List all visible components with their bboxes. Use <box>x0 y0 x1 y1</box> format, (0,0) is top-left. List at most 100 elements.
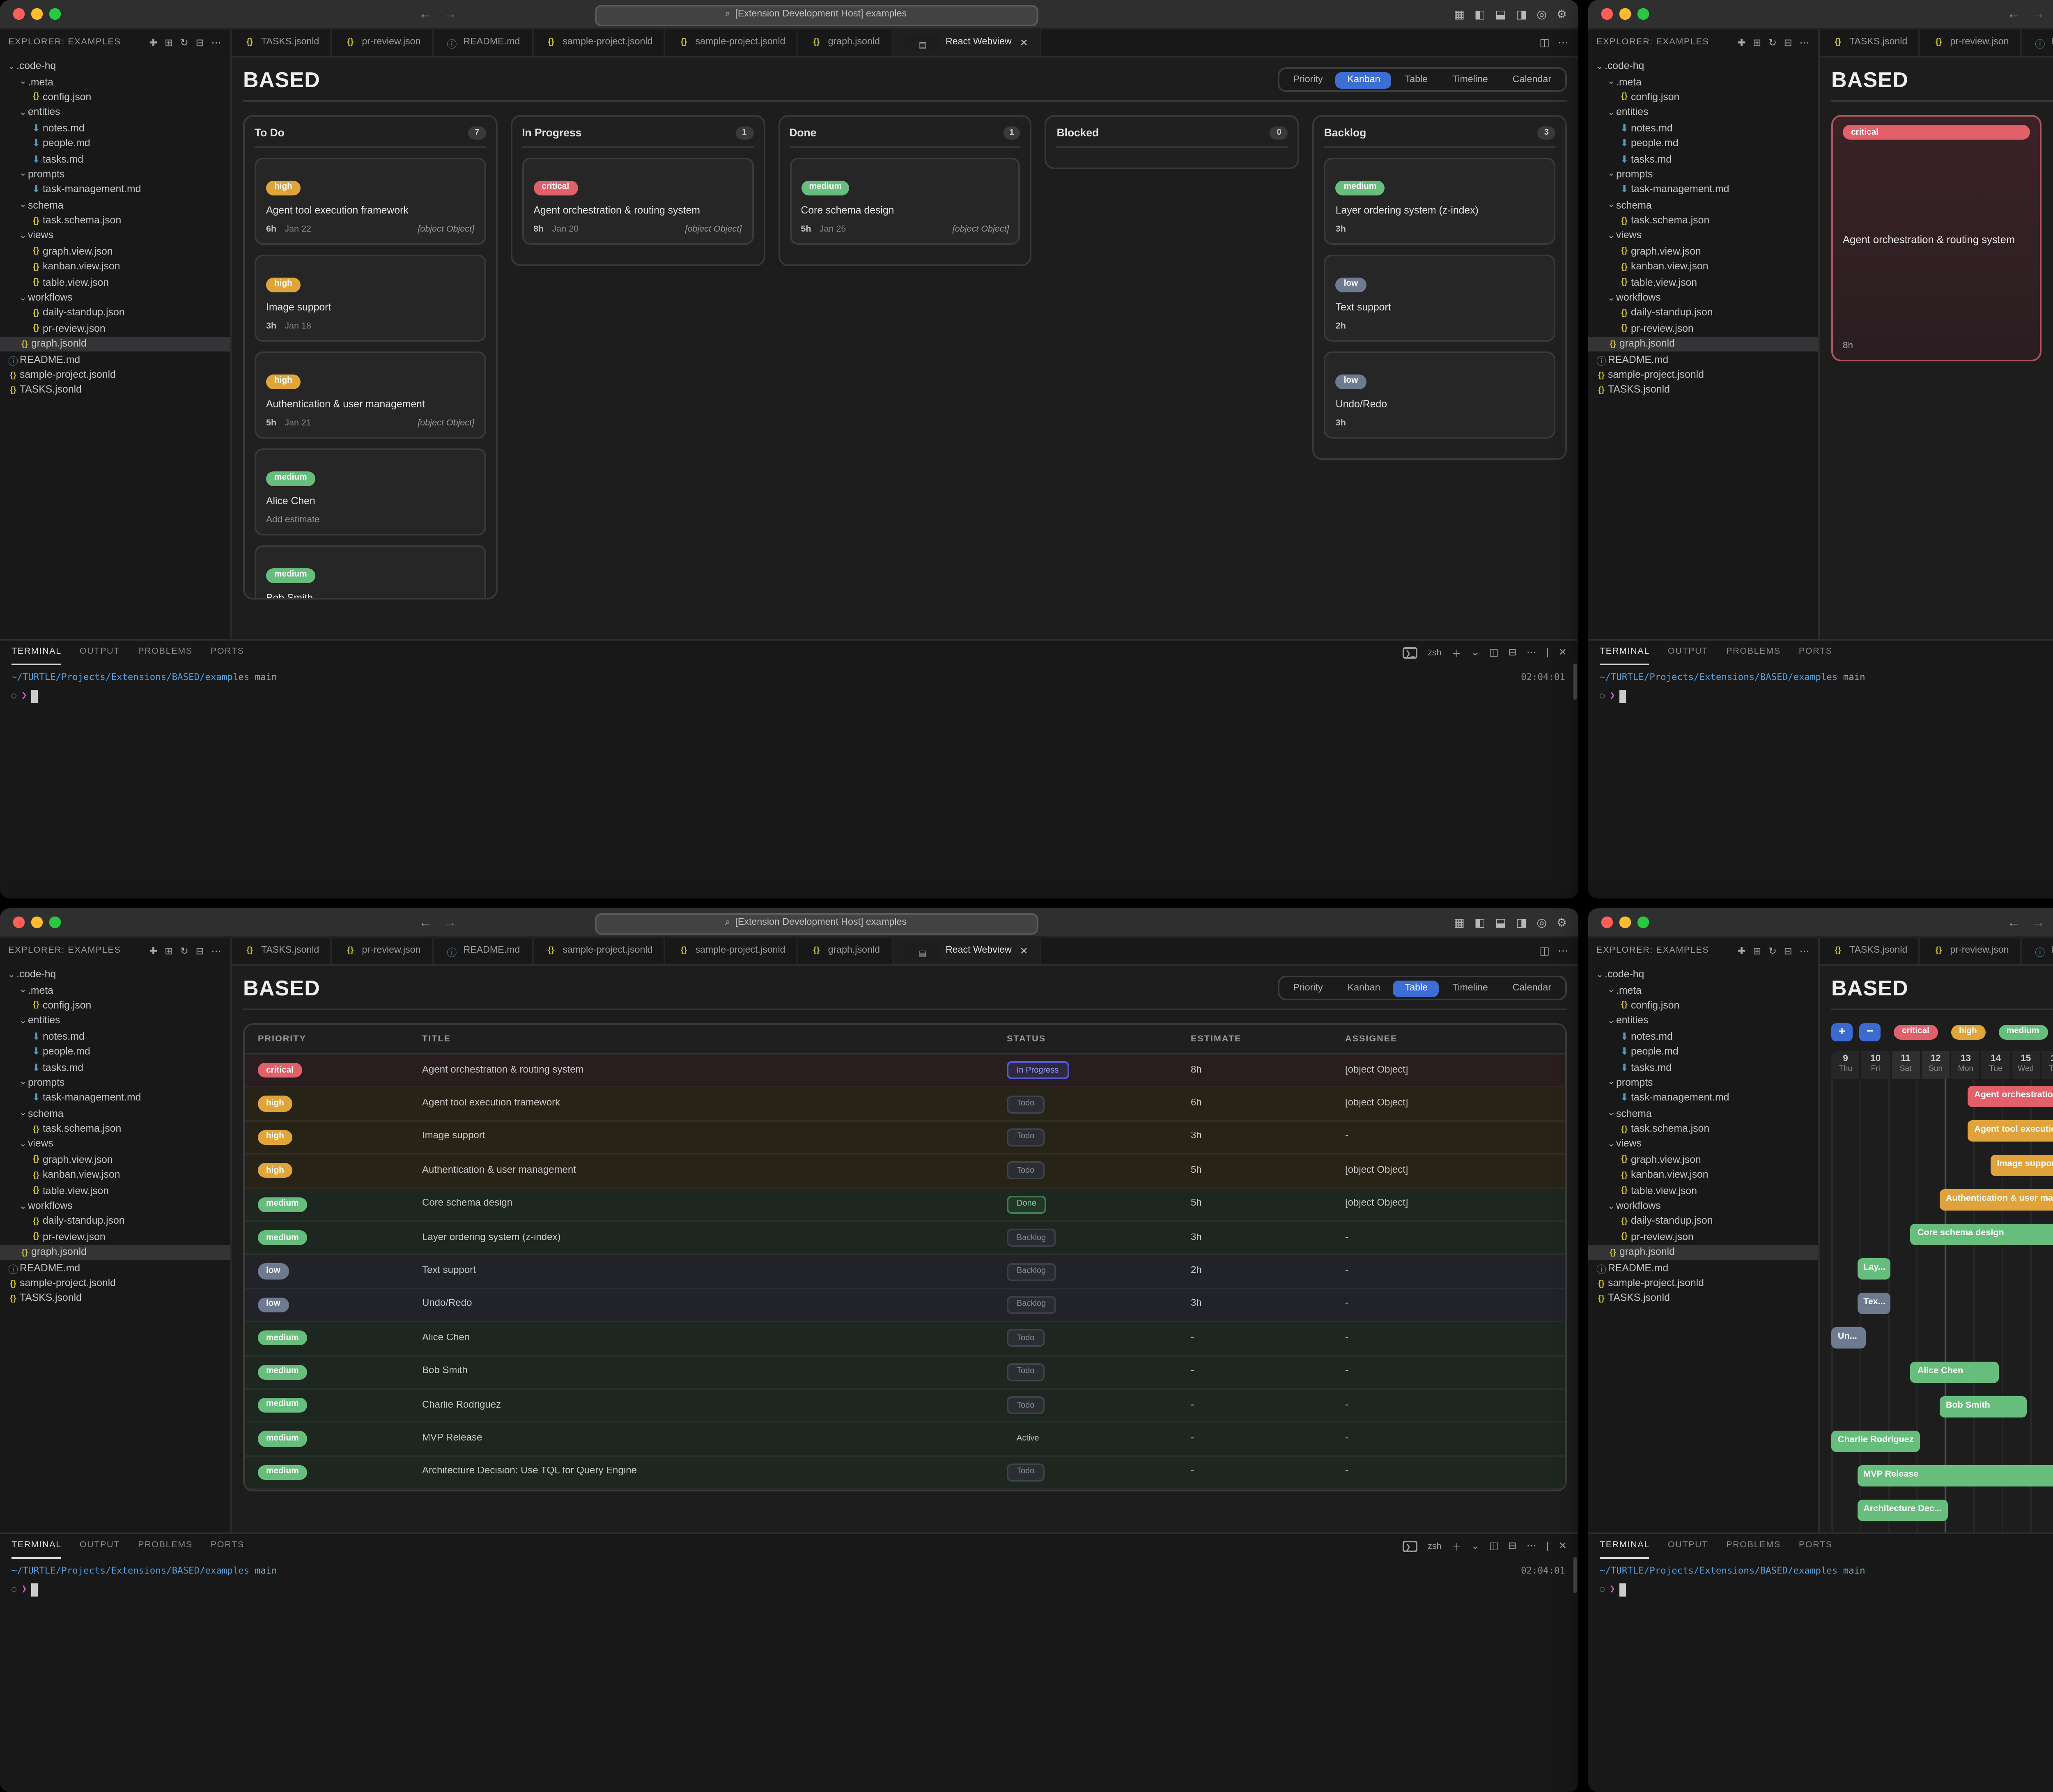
more-icon[interactable]: ⋯ <box>211 37 222 48</box>
tab-sample-project-jsonld[interactable]: {}sample-project.jsonld <box>533 938 666 964</box>
tree-item-task-management-md[interactable]: ⬇task-management.md <box>0 183 230 198</box>
gantt-bar[interactable]: Un... <box>1831 1326 1865 1348</box>
tree-item-views[interactable]: ⌄views <box>0 1137 230 1153</box>
new-folder-icon[interactable]: ⊞ <box>165 37 174 48</box>
split-editor-icon[interactable]: ◫ <box>1539 944 1550 958</box>
view-tab-table[interactable]: Table <box>1394 71 1439 88</box>
tree-item-config-json[interactable]: {}config.json <box>0 90 230 106</box>
new-file-icon[interactable]: ✚ <box>1737 945 1746 957</box>
panel-tab-output[interactable]: OUTPUT <box>80 641 120 665</box>
tree-item--meta[interactable]: ⌄.meta <box>0 75 230 90</box>
tree-item-notes-md[interactable]: ⬇notes.md <box>0 1029 230 1045</box>
panel-tab-terminal[interactable]: TERMINAL <box>11 1534 62 1559</box>
tree-item-schema[interactable]: ⌄schema <box>0 198 230 214</box>
tree-item-prompts[interactable]: ⌄prompts <box>0 167 230 183</box>
tree-item-views[interactable]: ⌄views <box>1588 229 1818 244</box>
table-row[interactable]: highAuthentication & user managementTodo… <box>245 1155 1565 1189</box>
tree-item-notes-md[interactable]: ⬇notes.md <box>1588 121 1818 136</box>
collapse-all-icon[interactable]: ⊟ <box>1784 945 1793 957</box>
tree-item-people-md[interactable]: ⬇people.md <box>0 1045 230 1060</box>
tree-item--code-hq[interactable]: ⌄.code-hq <box>0 59 230 75</box>
tree-item-sample-project-jsonld[interactable]: {}sample-project.jsonld <box>0 368 230 383</box>
zoom-window-button[interactable] <box>49 9 60 19</box>
tree-item-entities[interactable]: ⌄entities <box>1588 106 1818 121</box>
tab-react-webview[interactable]: ▤React Webview✕ <box>893 30 1041 56</box>
tab-tasks-jsonld[interactable]: {}TASKS.jsonld <box>232 30 332 56</box>
zoom-window-button[interactable] <box>1637 917 1648 928</box>
panel-tab-terminal[interactable]: TERMINAL <box>11 641 62 665</box>
new-folder-icon[interactable]: ⊞ <box>1753 945 1762 957</box>
panel-tab-terminal[interactable]: TERMINAL <box>1600 641 1650 665</box>
tree-item-task-schema-json[interactable]: {}task.schema.json <box>1588 1122 1818 1137</box>
tree-item-people-md[interactable]: ⬇people.md <box>1588 1045 1818 1060</box>
tree-item-kanban-view-json[interactable]: {}kanban.view.json <box>1588 1168 1818 1183</box>
tree-item-workflows[interactable]: ⌄workflows <box>0 1199 230 1214</box>
refresh-icon[interactable]: ↻ <box>1768 945 1777 957</box>
tree-item-table-view-json[interactable]: {}table.view.json <box>1588 275 1818 291</box>
launch-profile-chevron-icon[interactable]: ⌄ <box>1471 647 1479 659</box>
kill-terminal-icon[interactable]: ⊟ <box>1509 1541 1517 1552</box>
tree-item-sample-project-jsonld[interactable]: {}sample-project.jsonld <box>0 1276 230 1291</box>
kanban-card[interactable]: mediumBob SmithAdd estimate <box>255 545 486 600</box>
tree-item-table-view-json[interactable]: {}table.view.json <box>0 275 230 291</box>
tab-tasks-jsonld[interactable]: {}TASKS.jsonld <box>1820 938 1920 964</box>
tab-pr-review-json[interactable]: {}pr-review.json <box>1920 938 2022 964</box>
terminal-body[interactable]: ~/TURTLE/Projects/Extensions/BASED/examp… <box>0 665 1578 710</box>
zoom-out-button[interactable]: − <box>1859 1023 1881 1041</box>
tree-item--meta[interactable]: ⌄.meta <box>0 983 230 999</box>
settings-gear-icon[interactable]: ⚙ <box>1557 916 1567 929</box>
tree-item-config-json[interactable]: {}config.json <box>0 998 230 1014</box>
more-icon[interactable]: ⋯ <box>1527 1541 1536 1552</box>
minimize-window-button[interactable] <box>31 9 42 19</box>
kanban-card[interactable]: mediumCore schema design5hJan 25[object … <box>789 158 1020 245</box>
priority-card[interactable]: criticalAgent orchestration & routing sy… <box>1831 115 2042 361</box>
refresh-icon[interactable]: ↻ <box>180 945 189 957</box>
tree-item--code-hq[interactable]: ⌄.code-hq <box>0 967 230 983</box>
tree-item-workflows[interactable]: ⌄workflows <box>1588 290 1818 306</box>
view-tab-kanban[interactable]: Kanban <box>1336 980 1392 996</box>
panel-scrollbar[interactable] <box>1573 664 1577 700</box>
tree-item-workflows[interactable]: ⌄workflows <box>0 290 230 306</box>
tree-item-graph-view-json[interactable]: {}graph.view.json <box>1588 244 1818 260</box>
tab-pr-review-json[interactable]: {}pr-review.json <box>332 938 434 964</box>
tree-item-tasks-jsonld[interactable]: {}TASKS.jsonld <box>0 383 230 399</box>
kanban-card[interactable]: lowText support2h <box>1324 255 1555 342</box>
kanban-card[interactable]: highImage support3hJan 18 <box>255 255 486 342</box>
tree-item-schema[interactable]: ⌄schema <box>0 1106 230 1122</box>
tree-item-tasks-jsonld[interactable]: {}TASKS.jsonld <box>1588 1291 1818 1307</box>
view-tab-calendar[interactable]: Calendar <box>1501 980 1563 996</box>
tree-item--meta[interactable]: ⌄.meta <box>1588 75 1818 90</box>
customize-layout-icon[interactable]: ▦ <box>1454 7 1465 21</box>
nav-back-button[interactable]: ← <box>2007 7 2020 21</box>
view-tab-timeline[interactable]: Timeline <box>1441 71 1500 88</box>
gantt-bar[interactable]: MVP Release <box>1857 1464 2053 1486</box>
close-window-button[interactable] <box>1601 9 1612 19</box>
tab-graph-jsonld[interactable]: {}graph.jsonld <box>799 30 893 56</box>
view-tab-kanban[interactable]: Kanban <box>1336 71 1392 88</box>
tree-item-graph-jsonld[interactable]: {}graph.jsonld <box>0 337 230 352</box>
terminal-body[interactable]: ~/TURTLE/Projects/Extensions/BASED/examp… <box>1588 665 2053 710</box>
panel-tab-problems[interactable]: PROBLEMS <box>138 1534 193 1559</box>
tree-item-graph-view-json[interactable]: {}graph.view.json <box>1588 1153 1818 1168</box>
table-row[interactable]: mediumAlice ChenTodo-- <box>245 1323 1565 1356</box>
zoom-window-button[interactable] <box>49 917 60 928</box>
new-terminal-icon[interactable]: ＋ <box>1451 1539 1461 1554</box>
nav-back-button[interactable]: ← <box>2007 915 2020 930</box>
tab-tasks-jsonld[interactable]: {}TASKS.jsonld <box>232 938 332 964</box>
collapse-all-icon[interactable]: ⊟ <box>1784 37 1793 48</box>
tree-item-views[interactable]: ⌄views <box>0 229 230 244</box>
new-file-icon[interactable]: ✚ <box>1737 37 1746 48</box>
tree-item-daily-standup-json[interactable]: {}daily-standup.json <box>1588 1214 1818 1230</box>
new-file-icon[interactable]: ✚ <box>149 37 158 48</box>
minimize-window-button[interactable] <box>31 917 42 928</box>
tab-readme-md[interactable]: ⓘREADME.md <box>2022 938 2053 964</box>
gantt-bar[interactable]: Agent orchestration & routing system <box>1968 1085 2053 1106</box>
panel-tab-problems[interactable]: PROBLEMS <box>1726 641 1781 665</box>
table-row[interactable]: highImage supportTodo3h- <box>245 1121 1565 1155</box>
tree-item-tasks-md[interactable]: ⬇tasks.md <box>1588 1060 1818 1075</box>
tree-item-notes-md[interactable]: ⬇notes.md <box>0 121 230 136</box>
tree-item-daily-standup-json[interactable]: {}daily-standup.json <box>1588 306 1818 322</box>
tree-item-entities[interactable]: ⌄entities <box>1588 1014 1818 1029</box>
tree-item-views[interactable]: ⌄views <box>1588 1137 1818 1153</box>
close-tab-icon[interactable]: ✕ <box>1020 945 1028 957</box>
